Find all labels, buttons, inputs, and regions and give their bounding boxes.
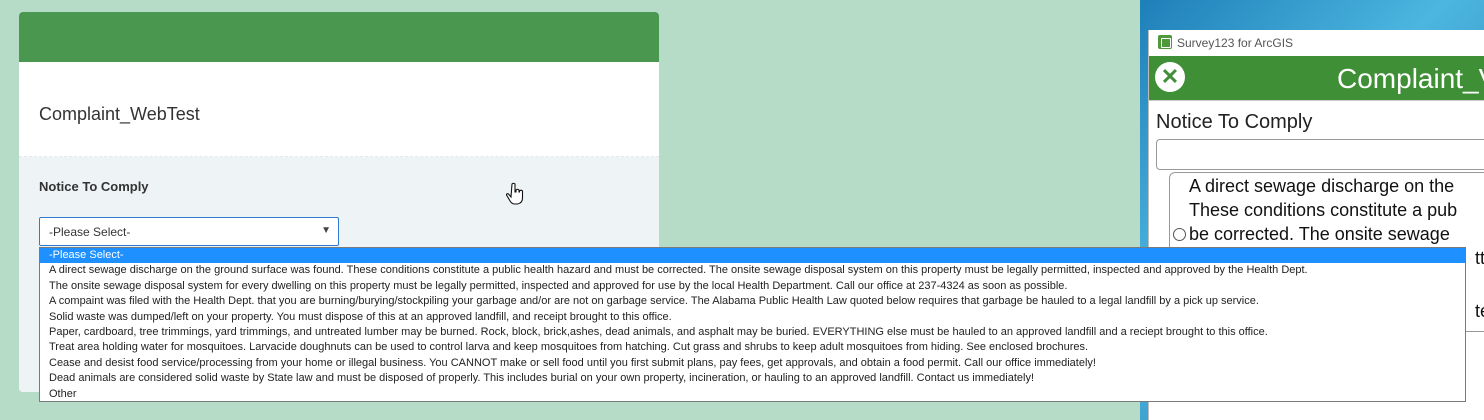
survey-heading: Complaint_V: [1337, 63, 1484, 94]
survey-question-label: Notice To Comply: [1156, 111, 1313, 133]
dropdown-option[interactable]: A compaint was filed with the Health Dep…: [40, 294, 1465, 309]
form-title: Complaint_WebTest: [39, 104, 200, 124]
window-titlebar: Survey123 for ArcGIS: [1149, 30, 1484, 56]
close-icon[interactable]: ✕: [1155, 62, 1185, 92]
survey-header: ✕ Complaint_V: [1149, 56, 1484, 100]
survey123-icon: [1158, 35, 1172, 49]
dropdown-option[interactable]: -Please Select-: [40, 248, 1465, 264]
choice-line: tte: [1475, 248, 1484, 268]
notice-select[interactable]: -Please Select- ▼: [39, 217, 339, 246]
window-title: Survey123 for ArcGIS: [1177, 36, 1294, 50]
radio-button[interactable]: [1173, 228, 1186, 241]
question-label: Notice To Comply: [39, 179, 149, 194]
dropdown-option[interactable]: Treat area holding water for mosquitoes.…: [40, 340, 1465, 355]
dropdown-option[interactable]: Cease and desist food service/processing…: [40, 356, 1465, 371]
dropdown-option[interactable]: Solid waste was dumped/left on your prop…: [40, 310, 1465, 325]
select-value: -Please Select-: [49, 225, 131, 239]
choice-line: te: [1475, 301, 1484, 321]
dropdown-option[interactable]: A direct sewage discharge on the ground …: [40, 263, 1465, 278]
dropdown-option[interactable]: Dead animals are considered solid waste …: [40, 371, 1465, 386]
form-header-bar: [19, 12, 659, 62]
chevron-down-icon: ▼: [321, 225, 331, 236]
survey-select-field[interactable]: [1156, 139, 1484, 170]
dropdown-option[interactable]: The onsite sewage disposal system for ev…: [40, 279, 1465, 294]
form-title-area: Complaint_WebTest: [19, 62, 659, 157]
notice-dropdown-list[interactable]: -Please Select- A direct sewage discharge…: [39, 247, 1466, 402]
dropdown-option[interactable]: Paper, cardboard, tree trimmings, yard t…: [40, 325, 1465, 340]
choice-line: A direct sewage discharge on the: [1189, 176, 1455, 196]
dropdown-option[interactable]: Other: [40, 387, 1465, 401]
choice-line: be corrected. The onsite sewage: [1189, 224, 1450, 244]
hand-pointer-icon: [506, 182, 524, 205]
choice-line: These conditions constitute a pub: [1189, 200, 1458, 220]
